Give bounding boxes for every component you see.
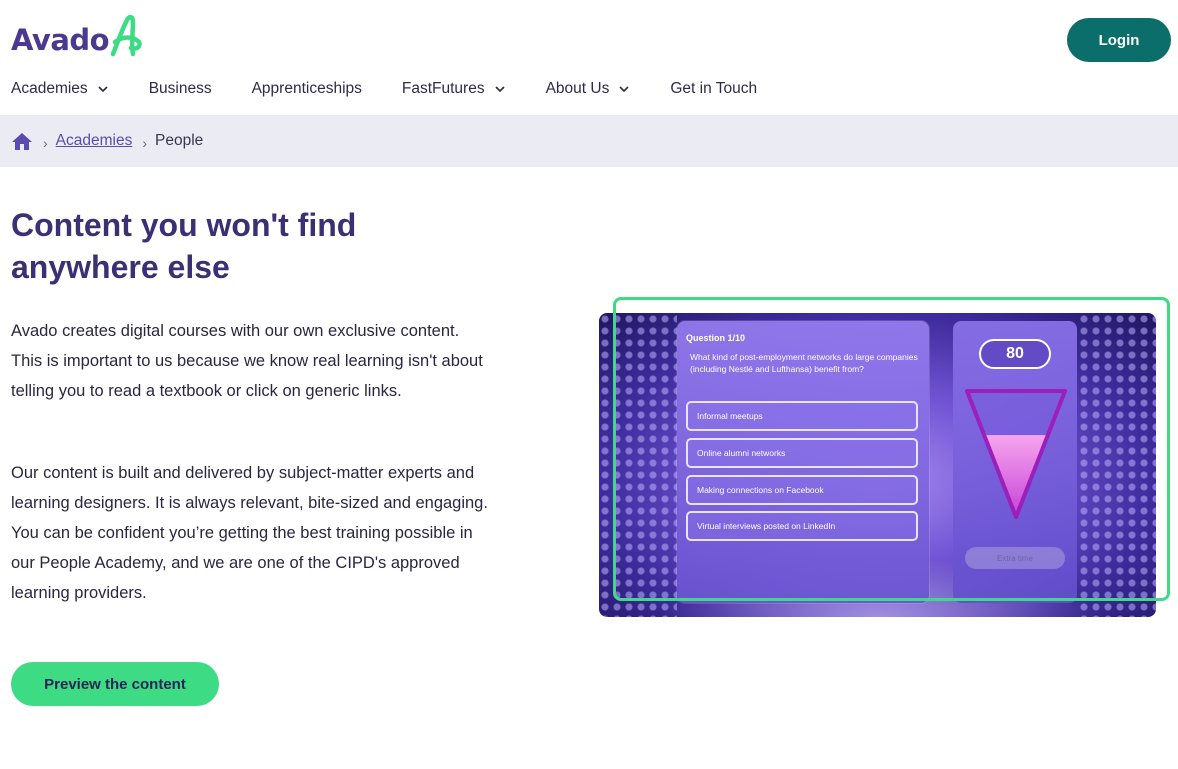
nav-item-get-in-touch[interactable]: Get in Touch xyxy=(670,80,757,98)
preview-content-button[interactable]: Preview the content xyxy=(11,662,219,706)
breadcrumb: › Academies › People xyxy=(0,115,1178,167)
nav-item-label: Business xyxy=(148,80,212,97)
breadcrumb-link-academies[interactable]: Academies xyxy=(56,132,133,150)
login-button[interactable]: Login xyxy=(1067,18,1171,62)
score-badge: 80 xyxy=(979,339,1051,369)
content-paragraph: Our content is built and delivered by su… xyxy=(11,464,488,602)
nav-item-label: Apprenticeships xyxy=(251,80,362,97)
page-title: Content you won't find anywhere else xyxy=(11,207,357,285)
extra-time-button[interactable]: Extra time xyxy=(965,547,1065,569)
logo-mark-icon xyxy=(110,15,142,57)
nav-item-label: About Us xyxy=(545,80,610,97)
nav-item-label: Academies xyxy=(11,80,88,97)
nav-item-fastfutures[interactable]: FastFutures xyxy=(402,80,506,98)
breadcrumb-separator-icon: › xyxy=(142,135,148,151)
hourglass-timer-icon xyxy=(965,389,1067,519)
home-icon[interactable] xyxy=(11,131,33,151)
quiz-game-preview: Question 1/10 What kind of post-employme… xyxy=(599,313,1156,617)
nav-item-label: FastFutures xyxy=(401,80,485,97)
nav-item-business[interactable]: Business xyxy=(149,80,212,98)
timer-panel: 80 Extra time xyxy=(953,321,1077,603)
chevron-down-icon xyxy=(495,86,505,93)
main-nav: Academies Business Apprenticeships FastF… xyxy=(11,78,797,100)
chevron-down-icon xyxy=(98,86,108,93)
answer-option[interactable]: Informal meetups xyxy=(686,401,918,431)
logo-text: Avado xyxy=(11,23,110,57)
nav-item-label: Get in Touch xyxy=(670,80,758,97)
answer-option[interactable]: Online alumni networks xyxy=(686,438,918,468)
intro-paragraph: Avado creates digital courses with our o… xyxy=(11,322,483,400)
question-number: Question 1/10 xyxy=(686,333,746,343)
breadcrumb-separator-icon: › xyxy=(43,135,48,151)
question-panel: Question 1/10 What kind of post-employme… xyxy=(677,321,929,603)
avado-logo[interactable]: Avado xyxy=(11,15,143,64)
chevron-down-icon xyxy=(619,86,629,93)
question-text: What kind of post-employment networks do… xyxy=(690,352,918,374)
answer-option[interactable]: Making connections on Facebook xyxy=(686,475,918,505)
nav-item-apprenticeships[interactable]: Apprenticeships xyxy=(252,80,362,98)
answer-option[interactable]: Virtual interviews posted on LinkedIn xyxy=(686,511,918,541)
nav-item-about-us[interactable]: About Us xyxy=(546,80,631,98)
nav-item-academies[interactable]: Academies xyxy=(11,80,109,98)
breadcrumb-current: People xyxy=(155,132,204,149)
